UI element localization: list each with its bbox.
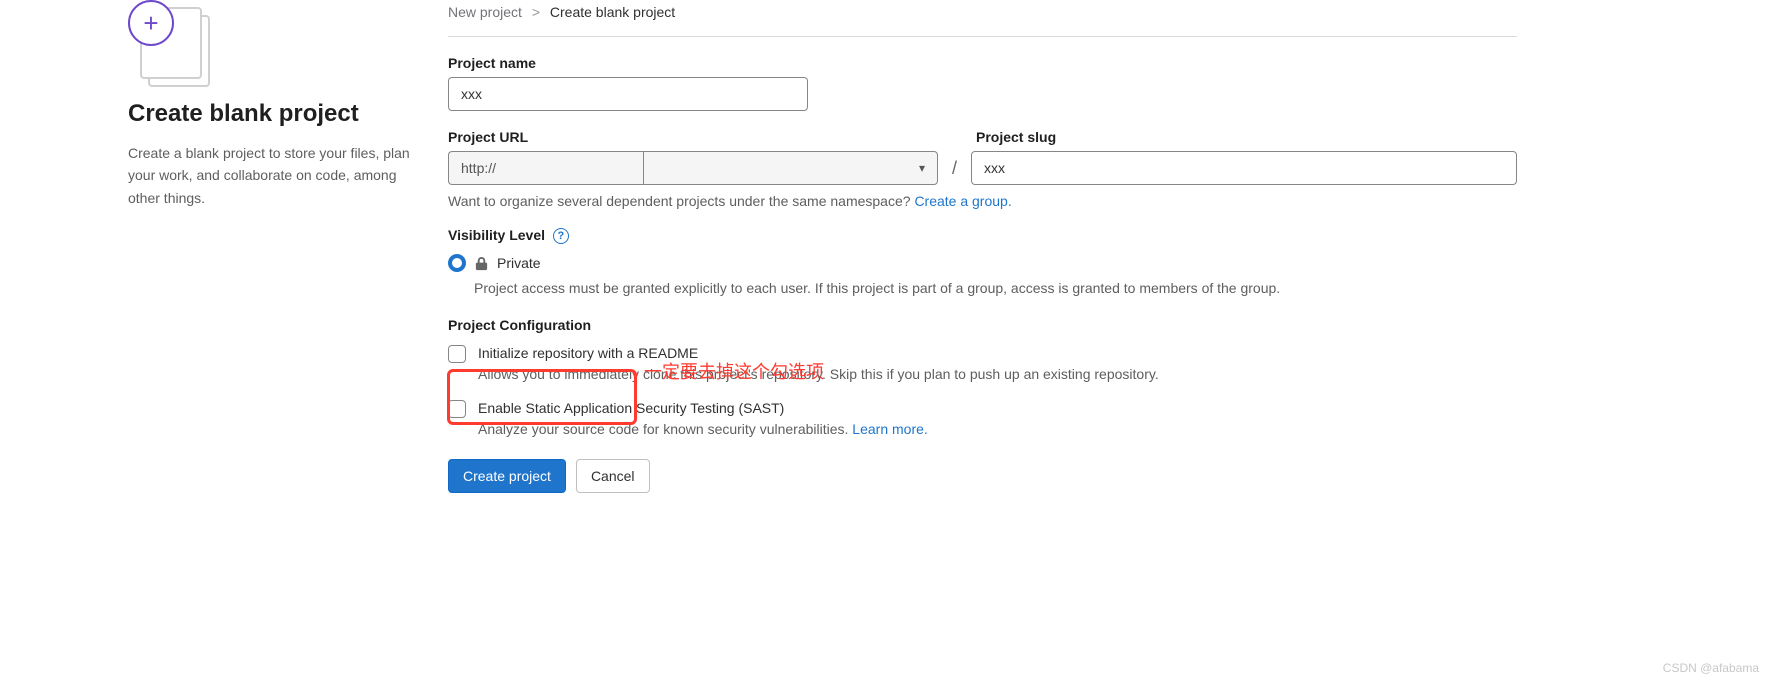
help-icon[interactable]: ?: [553, 228, 569, 244]
private-option-desc: Project access must be granted explicitl…: [474, 278, 1517, 299]
project-slug-label: Project slug: [976, 129, 1517, 145]
project-name-label: Project name: [448, 55, 1517, 71]
breadcrumb: New project > Create blank project: [448, 0, 1517, 37]
private-radio[interactable]: [448, 254, 466, 272]
visibility-level-label: Visibility Level ?: [448, 227, 1517, 244]
project-config-label: Project Configuration: [448, 317, 1517, 333]
url-slash: /: [952, 158, 957, 179]
breadcrumb-separator: >: [532, 4, 540, 20]
readme-checkbox-desc: Allows you to immediately clone this pro…: [478, 366, 1159, 382]
project-slug-input[interactable]: [971, 151, 1517, 185]
blank-project-icon: +: [128, 0, 218, 90]
watermark: CSDN @afabama: [1663, 661, 1759, 675]
private-option-label: Private: [497, 255, 541, 271]
namespace-select[interactable]: ▾: [643, 151, 938, 185]
breadcrumb-parent[interactable]: New project: [448, 4, 522, 20]
project-name-input[interactable]: [448, 77, 808, 111]
project-url-prefix: http://: [448, 151, 643, 185]
breadcrumb-current: Create blank project: [550, 4, 675, 20]
page-description: Create a blank project to store your fil…: [128, 142, 418, 209]
sast-checkbox-row: Enable Static Application Security Testi…: [448, 398, 1517, 437]
cancel-button[interactable]: Cancel: [576, 459, 650, 493]
sast-checkbox[interactable]: [448, 400, 466, 418]
chevron-down-icon: ▾: [919, 161, 925, 175]
create-project-button[interactable]: Create project: [448, 459, 566, 493]
readme-checkbox[interactable]: [448, 345, 466, 363]
readme-checkbox-label: Initialize repository with a README: [478, 343, 1159, 364]
create-group-link[interactable]: Create a group.: [914, 193, 1011, 209]
project-url-label: Project URL: [448, 129, 938, 145]
sast-checkbox-desc: Analyze your source code for known secur…: [478, 421, 928, 437]
namespace-hint: Want to organize several dependent proje…: [448, 193, 1517, 209]
sast-learn-more-link[interactable]: Learn more.: [852, 421, 927, 437]
sast-checkbox-label: Enable Static Application Security Testi…: [478, 398, 928, 419]
plus-circle-icon: +: [128, 0, 174, 46]
lock-icon: [474, 256, 489, 271]
readme-checkbox-row: Initialize repository with a README Allo…: [448, 343, 1517, 382]
page-title: Create blank project: [128, 100, 418, 128]
